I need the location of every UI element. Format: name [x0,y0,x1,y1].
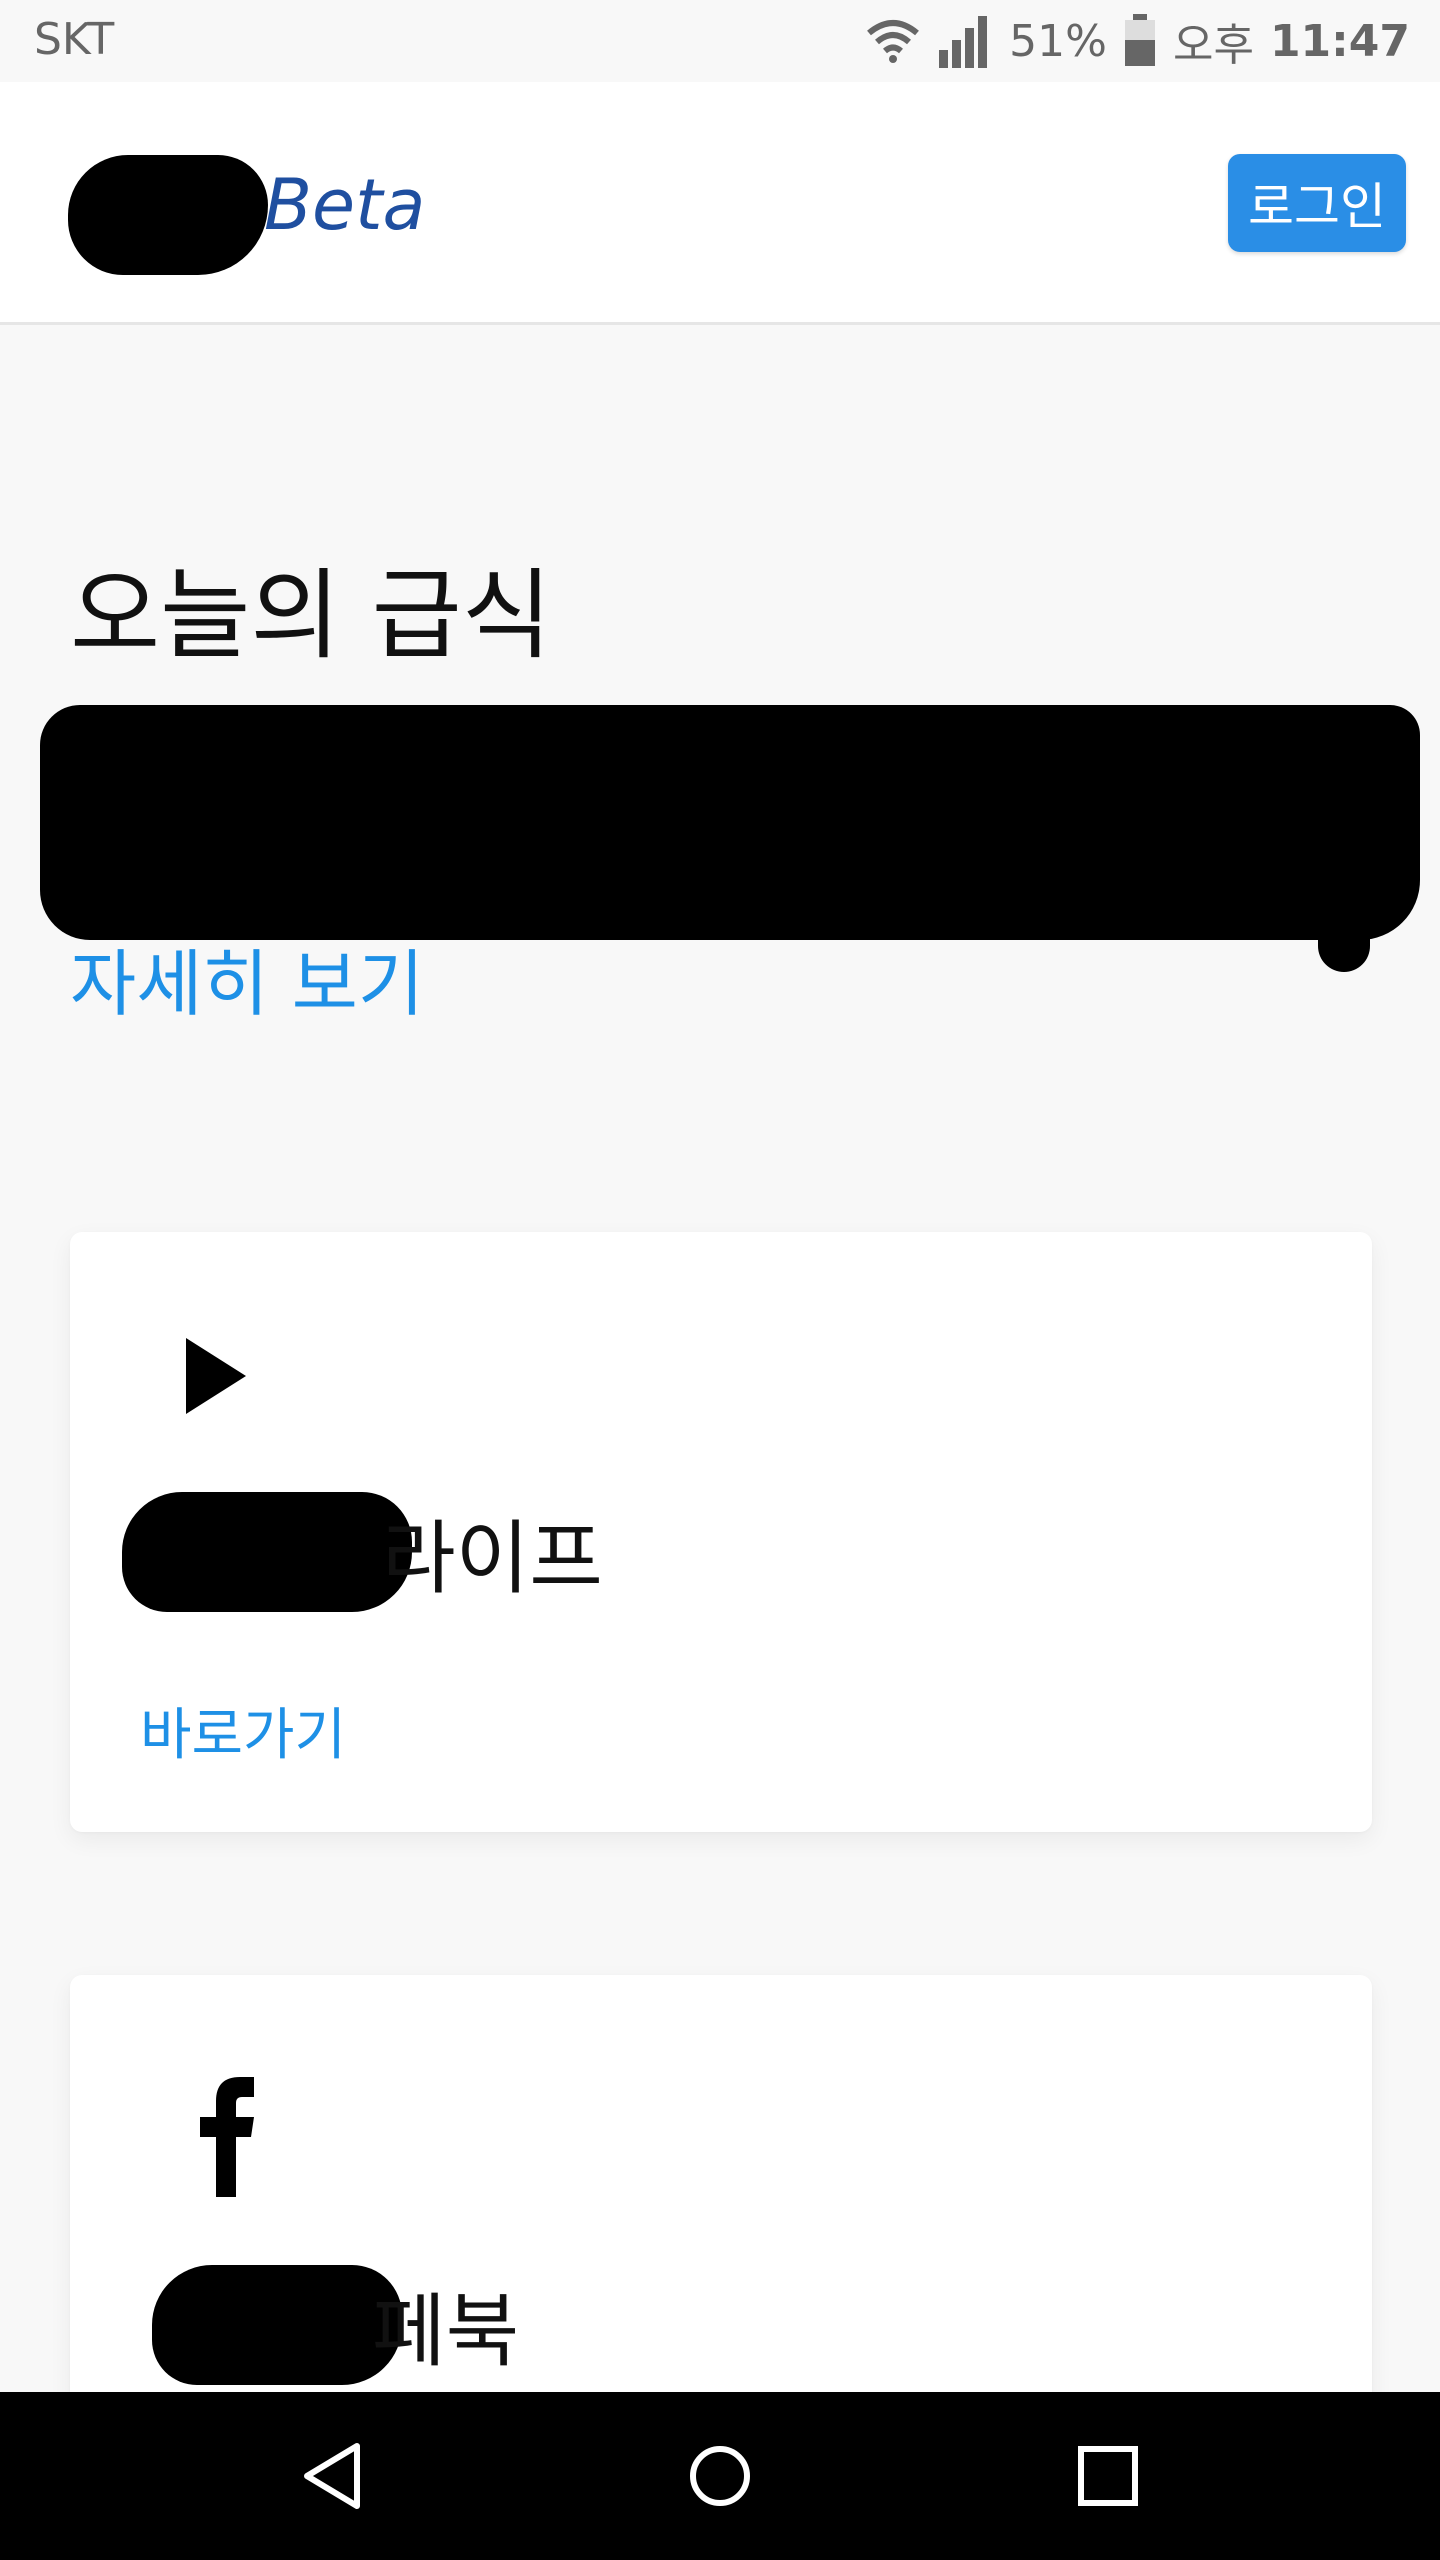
play-icon [186,1338,246,1414]
link-card-life: 라이프 바로가기 [70,1232,1372,1832]
card-title: 라이프 [122,1492,603,1612]
meal-title: 오늘의 급식 [70,558,552,673]
redacted-card-name [152,2265,402,2385]
meal-detail-link[interactable]: 자세히 보기 [70,925,424,1030]
status-bar: SKT 51% 오후 11:47 [0,0,1440,82]
login-button[interactable]: 로그인 [1228,154,1406,252]
signal-icon [939,16,988,68]
redacted-meal-content-tail [1318,880,1370,972]
battery-percent: 51% [1009,15,1107,67]
back-icon[interactable] [295,2436,375,2516]
brand-beta-label: Beta [264,164,426,246]
redacted-card-name [122,1492,412,1612]
card-title: 페북 [122,2265,519,2385]
card-title-suffix: 페북 [372,2285,520,2378]
app-page: SKT 51% 오후 11:47 Beta 로그인 오늘의 급식 자세히 보기 … [0,0,1440,2560]
card-go-link[interactable]: 바로가기 [140,1690,346,1771]
status-indicators: 51% 오후 11:47 [849,10,1410,72]
app-header: Beta 로그인 [0,82,1440,325]
brand-logo[interactable]: Beta [68,150,426,275]
clock: 11:47 [1269,15,1410,67]
card-title-suffix: 라이프 [382,1512,603,1605]
redacted-meal-content [40,705,1420,940]
wifi-icon [867,20,920,63]
carrier-label: SKT [34,14,115,65]
time-period: 오후 [1172,20,1254,71]
facebook-icon [200,2077,254,2197]
battery-icon [1124,14,1155,66]
redacted-brand-name [68,155,268,275]
home-icon[interactable] [680,2436,760,2516]
recent-apps-icon[interactable] [1068,2436,1148,2516]
system-nav-bar [0,2392,1440,2560]
